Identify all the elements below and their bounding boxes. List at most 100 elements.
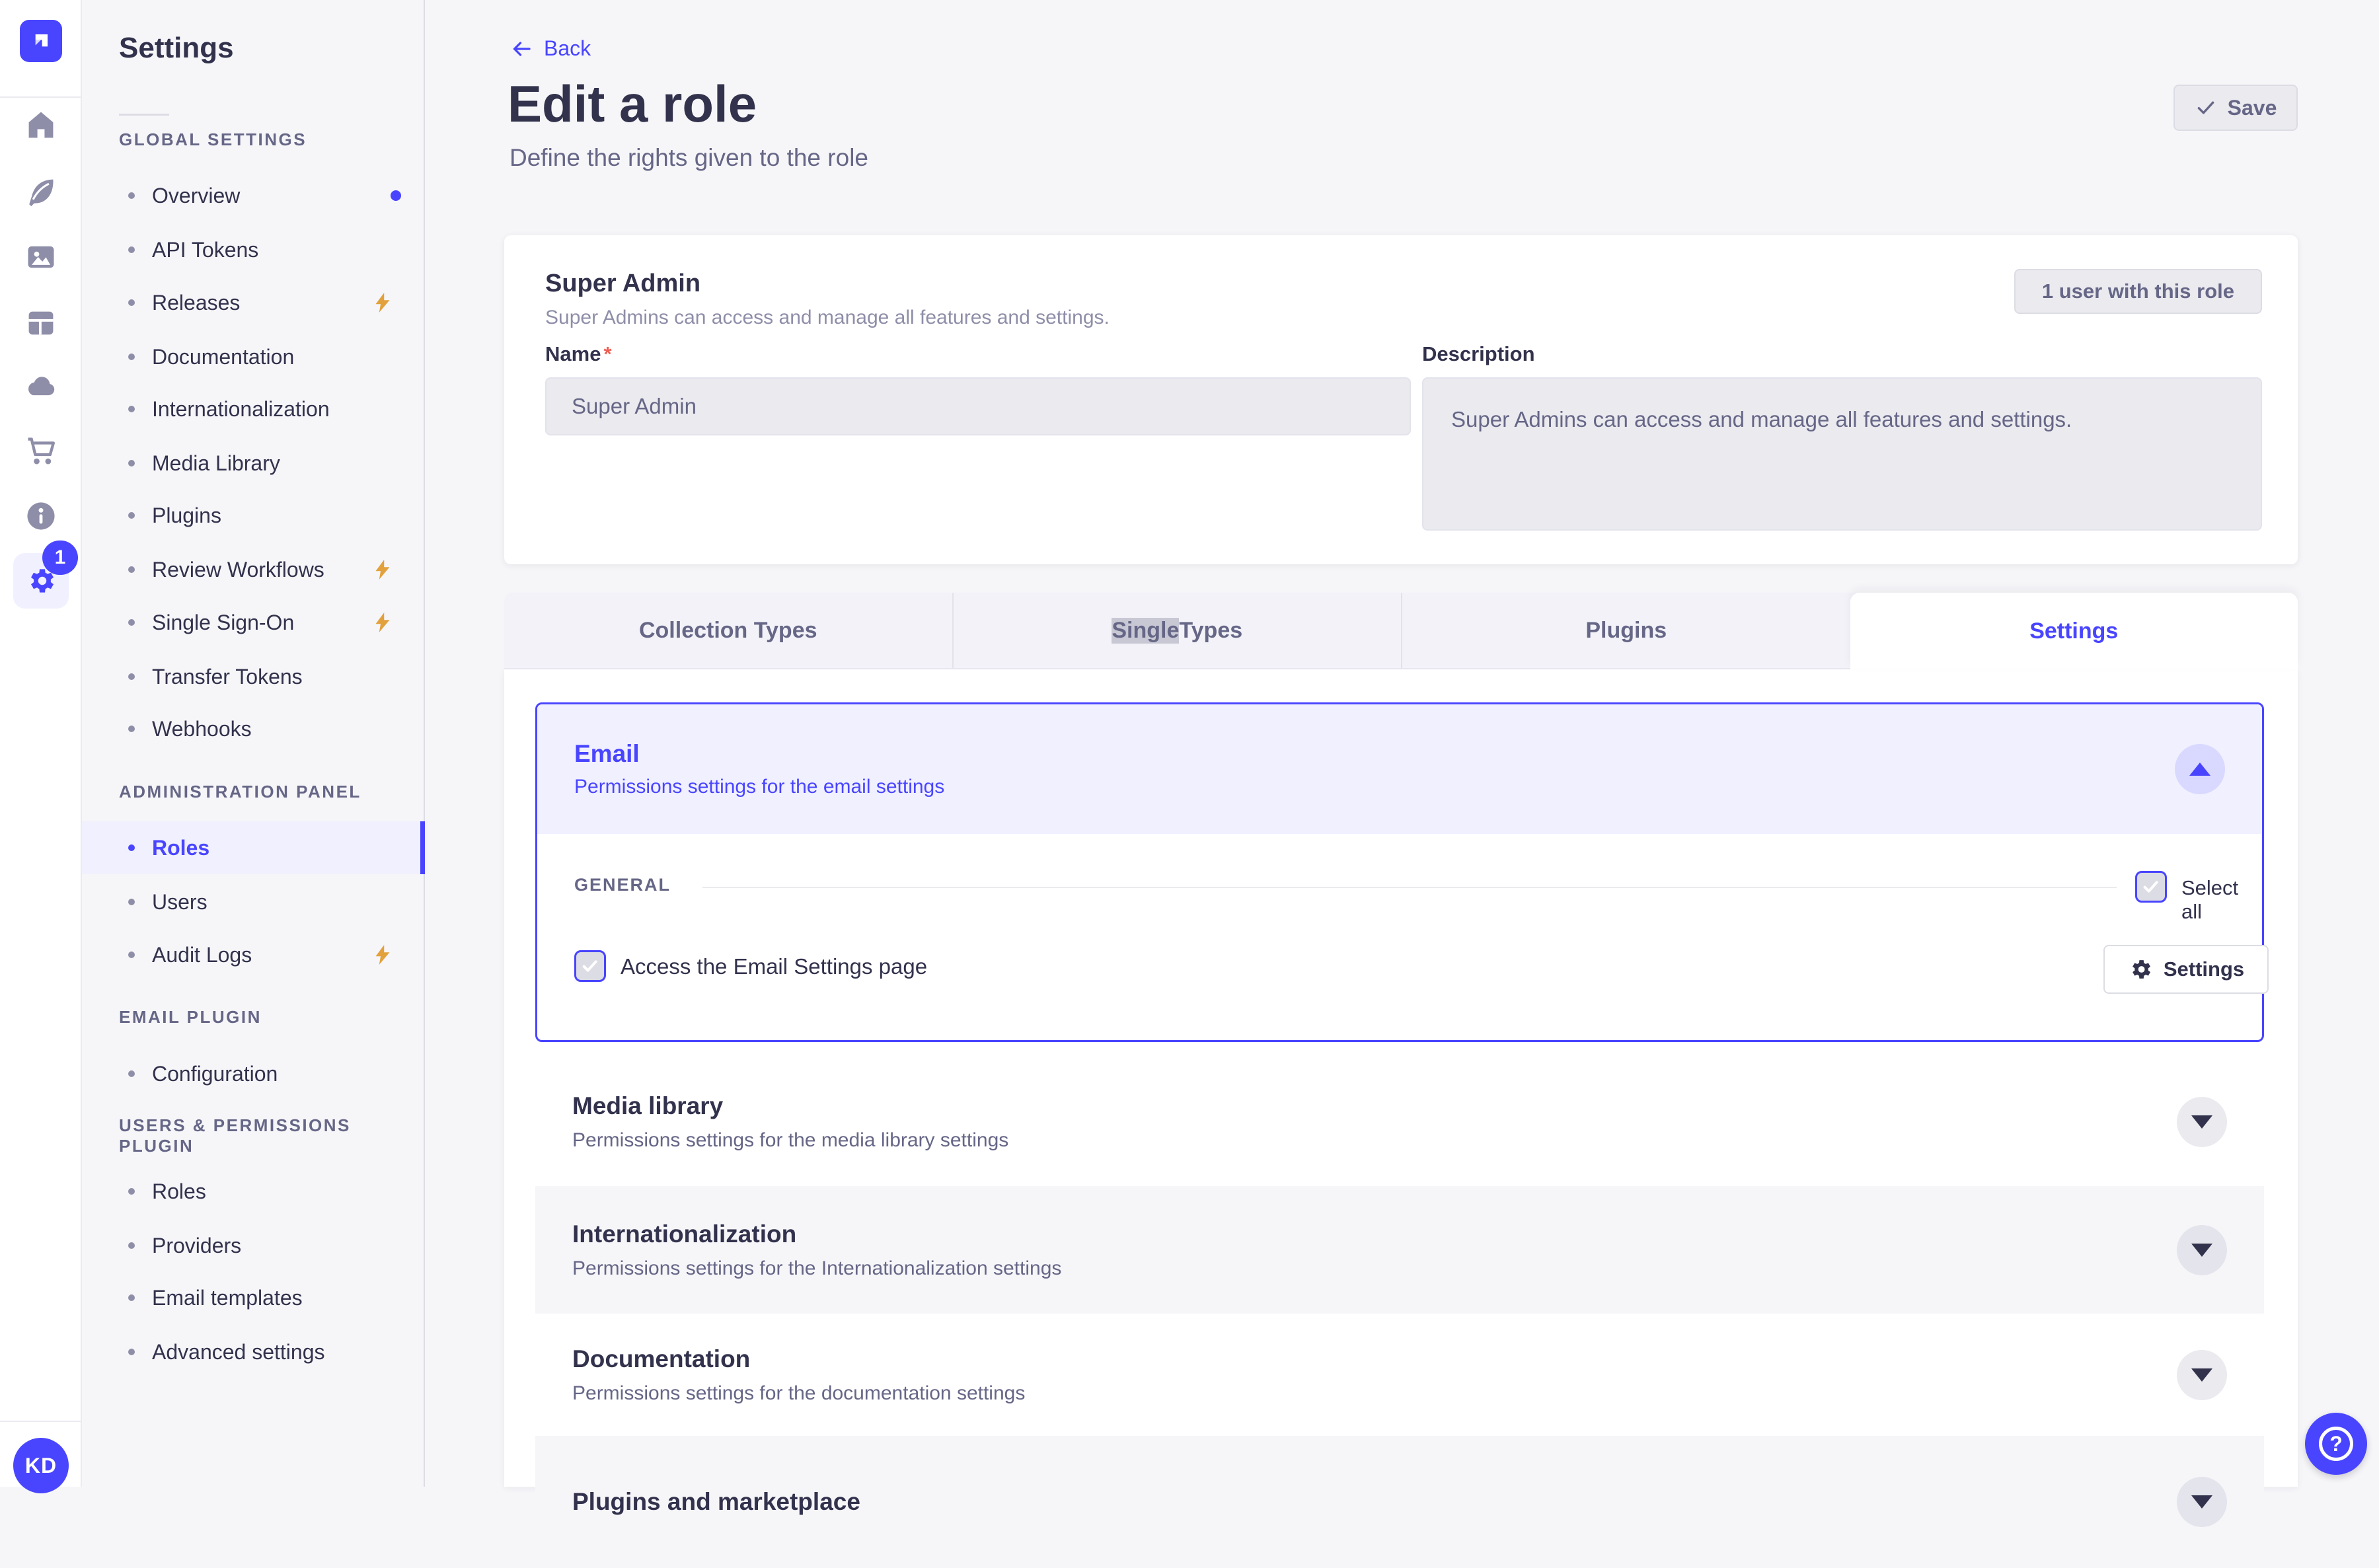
check-icon <box>2143 881 2158 893</box>
sidebar-item-webhooks[interactable]: Webhooks <box>82 702 425 755</box>
bullet-icon <box>128 1070 135 1077</box>
sidebar-item-configuration[interactable]: Configuration <box>82 1047 425 1100</box>
access-email-settings-checkbox[interactable] <box>574 950 606 982</box>
accordion-text: Media library Permissions settings for t… <box>572 1092 1009 1151</box>
sidebar-item-releases[interactable]: Releases <box>82 276 425 329</box>
name-field-label: Name * <box>545 342 612 365</box>
email-permissions-panel: Email Permissions settings for the email… <box>535 702 2269 1042</box>
bullet-icon <box>128 726 135 732</box>
chevron-down-icon <box>2191 1495 2212 1509</box>
chevron-down-icon <box>2191 1115 2212 1129</box>
email-settings-button[interactable]: Settings <box>2103 945 2269 994</box>
accordion-text: Plugins and marketplace <box>572 1488 860 1515</box>
documentation-accordion[interactable]: Documentation Permissions settings for t… <box>535 1314 2264 1436</box>
rail-divider <box>0 96 82 98</box>
user-avatar[interactable]: KD <box>13 1438 69 1493</box>
expand-button[interactable] <box>2177 1097 2227 1147</box>
accordion-text: Internationalization Permissions setting… <box>572 1220 1062 1279</box>
tab-collection-types[interactable]: Collection Types <box>504 593 954 668</box>
settings-notification-badge: 1 <box>42 541 78 575</box>
page-subtitle: Define the rights given to the role <box>510 144 868 171</box>
sidebar-item-overview[interactable]: Overview <box>82 169 425 222</box>
info-icon[interactable] <box>23 498 59 534</box>
bullet-icon <box>128 1242 135 1249</box>
content-type-builder-icon[interactable] <box>23 174 59 209</box>
bullet-icon <box>128 899 135 905</box>
internationalization-accordion[interactable]: Internationalization Permissions setting… <box>535 1186 2264 1314</box>
bullet-icon <box>128 246 135 253</box>
tab-settings[interactable]: Settings <box>1850 593 2298 669</box>
sidebar-item-media-library[interactable]: Media Library <box>82 437 425 490</box>
description-textarea[interactable]: Super Admins can access and manage all f… <box>1422 377 2262 531</box>
bullet-icon <box>128 566 135 573</box>
lightning-icon <box>375 293 390 313</box>
sidebar-item-audit-logs[interactable]: Audit Logs <box>82 928 425 981</box>
sidebar-item-email-templates[interactable]: Email templates <box>82 1271 425 1324</box>
sidebar-item-plugins[interactable]: Plugins <box>82 489 425 542</box>
cloud-icon[interactable] <box>23 368 59 404</box>
sidebar-item-single-sign-on[interactable]: Single Sign-On <box>82 596 425 649</box>
lightning-icon <box>375 613 390 632</box>
plugins-marketplace-accordion[interactable]: Plugins and marketplace <box>535 1436 2264 1568</box>
marketplace-cart-icon[interactable] <box>23 433 59 469</box>
sidebar-item-review-workflows[interactable]: Review Workflows <box>82 543 425 596</box>
expand-button[interactable] <box>2177 1477 2227 1527</box>
settings-sidebar: Settings GLOBAL SETTINGS Overview API To… <box>82 0 425 1487</box>
home-icon[interactable] <box>23 107 59 143</box>
sidebar-item-internationalization[interactable]: Internationalization <box>82 383 425 435</box>
sidebar-item-advanced-settings[interactable]: Advanced settings <box>82 1325 425 1378</box>
media-library-icon[interactable] <box>23 239 59 275</box>
app-icon-rail: 1 KD <box>0 0 82 1493</box>
sidebar-item-roles-admin[interactable]: Roles <box>82 821 425 874</box>
bullet-icon <box>128 192 135 199</box>
strapi-logo-glyph <box>35 34 48 47</box>
sidebar-item-providers[interactable]: Providers <box>82 1219 425 1272</box>
tab-plugins[interactable]: Plugins <box>1402 593 1850 668</box>
section-administration-panel: ADMINISTRATION PANEL <box>119 781 361 802</box>
arrow-left-icon <box>513 41 531 56</box>
strapi-logo[interactable] <box>20 20 62 62</box>
bullet-icon <box>128 460 135 467</box>
accordion-text: Documentation Permissions settings for t… <box>572 1345 1026 1404</box>
expand-button[interactable] <box>2177 1349 2227 1400</box>
media-library-accordion[interactable]: Media library Permissions settings for t… <box>535 1058 2264 1186</box>
users-with-role-button[interactable]: 1 user with this role <box>2014 269 2262 314</box>
save-button[interactable]: Save <box>2173 85 2298 131</box>
bullet-icon <box>128 512 135 519</box>
sidebar-item-roles-up[interactable]: Roles <box>82 1165 425 1218</box>
section-divider <box>702 887 2117 888</box>
rail-bottom-divider <box>0 1421 82 1422</box>
lightning-icon <box>375 945 390 965</box>
email-accordion-header[interactable]: Email Permissions settings for the email… <box>537 704 2262 834</box>
select-all-checkbox[interactable] <box>2135 871 2167 903</box>
question-mark-icon: ? <box>2319 1427 2353 1461</box>
sidebar-item-users[interactable]: Users <box>82 876 425 928</box>
section-email-plugin: EMAIL PLUGIN <box>119 1006 262 1027</box>
bullet-icon <box>128 354 135 360</box>
bullet-icon <box>128 619 135 626</box>
notification-dot-icon <box>391 190 401 201</box>
chevron-down-icon <box>2191 1368 2212 1382</box>
bullet-icon <box>128 952 135 958</box>
email-header-text: Email Permissions settings for the email… <box>574 740 944 798</box>
sidebar-item-api-tokens[interactable]: API Tokens <box>82 223 425 276</box>
gear-icon <box>2132 960 2150 979</box>
collapse-button[interactable] <box>2175 744 2225 794</box>
bullet-icon <box>128 1349 135 1355</box>
expand-button[interactable] <box>2177 1224 2227 1275</box>
sidebar-item-documentation[interactable]: Documentation <box>82 330 425 383</box>
check-icon <box>582 960 597 972</box>
content-manager-icon[interactable] <box>23 305 59 341</box>
lightning-icon <box>375 560 390 579</box>
page-title: Edit a role <box>508 75 757 133</box>
bullet-icon <box>128 673 135 680</box>
sidebar-item-transfer-tokens[interactable]: Transfer Tokens <box>82 650 425 703</box>
help-button[interactable]: ? <box>2305 1413 2367 1475</box>
select-all-label: Select all <box>2181 876 2239 923</box>
tab-single-types[interactable]: Single Types <box>954 593 1402 668</box>
bullet-icon <box>128 299 135 306</box>
chevron-down-icon <box>2191 1243 2212 1257</box>
access-email-settings-label: Access the Email Settings page <box>621 954 928 979</box>
name-input[interactable] <box>545 377 1411 435</box>
back-link[interactable]: Back <box>510 36 591 61</box>
